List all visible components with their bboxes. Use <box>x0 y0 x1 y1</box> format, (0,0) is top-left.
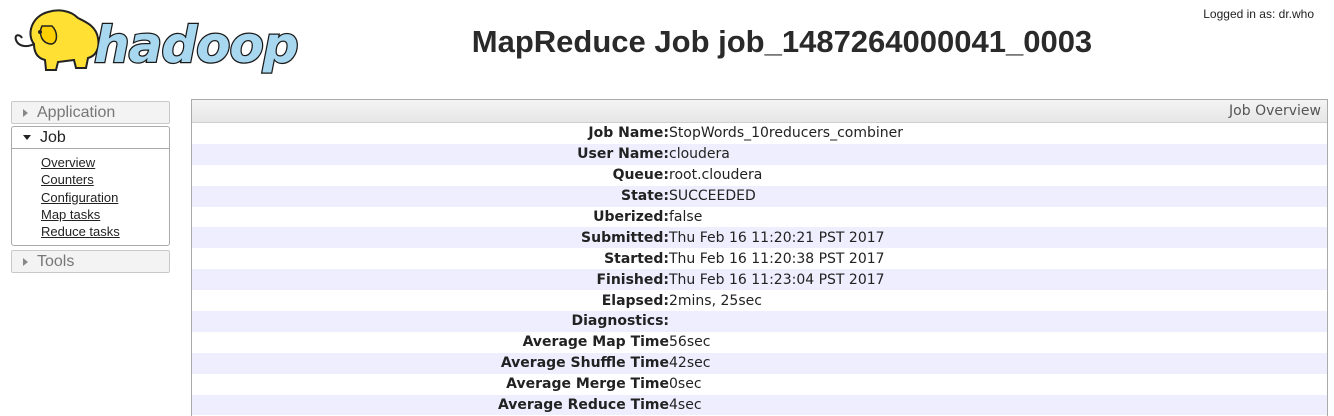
table-row: State: SUCCEEDED <box>192 185 1327 207</box>
chevron-right-icon <box>23 257 28 266</box>
table-row: Job Name: StopWords_10reducers_combiner <box>192 123 1327 144</box>
svg-text:hadoop: hadoop <box>94 16 298 74</box>
row-value: root.cloudera <box>669 167 763 184</box>
table-row: Average Merge Time 0sec <box>192 374 1327 395</box>
row-key: Finished: <box>192 269 669 291</box>
table-row: Diagnostics: <box>192 311 1327 332</box>
link-map-tasks[interactable]: Map tasks <box>41 206 169 223</box>
row-value: SUCCEEDED <box>669 185 1327 207</box>
row-key: Average Reduce Time <box>192 394 669 416</box>
hadoop-logo: hadoop <box>12 4 312 78</box>
sidebar-item-label: Job <box>40 128 66 146</box>
sidebar-nav: Application Job Overview Counters Config… <box>11 101 170 274</box>
row-key: Average Shuffle Time <box>192 352 669 374</box>
table-row: Uberized: false <box>192 207 1327 228</box>
table-row: Average Reduce Time 4sec <box>192 394 1327 416</box>
row-value: 42sec <box>669 352 1327 374</box>
sidebar-item-application[interactable]: Application <box>11 101 170 124</box>
row-key: Diagnostics: <box>192 311 669 332</box>
sidebar-item-label: Application <box>37 103 116 121</box>
link-reduce-tasks[interactable]: Reduce tasks <box>41 223 169 240</box>
sidebar-item-job[interactable]: Job <box>12 127 169 149</box>
row-key: State: <box>192 185 669 207</box>
row-key: Average Merge Time <box>506 376 669 393</box>
job-info-table: Job Name: StopWords_10reducers_combiner Us… <box>192 123 1327 416</box>
row-key: Uberized: <box>593 209 669 225</box>
table-row: Elapsed: 2mins, 25sec <box>192 290 1327 311</box>
elephant-icon <box>14 9 100 71</box>
login-status: Logged in as: dr.who <box>1203 7 1314 21</box>
page-title: MapReduce Job job_1487264000041_0003 <box>471 24 1093 59</box>
job-overview-panel: Job Overview Job Name: StopWords_10reduce… <box>191 99 1328 416</box>
table-row: User Name: cloudera <box>192 143 1327 165</box>
link-configuration[interactable]: Configuration <box>41 189 169 206</box>
row-value: Thu Feb 16 11:20:21 PST 2017 <box>669 227 1327 249</box>
table-row: Average Shuffle Time 42sec <box>192 352 1327 374</box>
row-key: Submitted: <box>192 227 669 249</box>
panel-heading: Job Overview <box>192 100 1327 123</box>
row-key: Elapsed: <box>601 292 669 309</box>
row-key: Average Map Time <box>522 334 669 351</box>
table-row: Submitted: Thu Feb 16 11:20:21 PST 2017 <box>192 227 1327 249</box>
row-key: Started: <box>604 250 669 267</box>
table-row: Average Map Time 56sec <box>192 332 1327 353</box>
sidebar-item-label: Tools <box>37 252 75 270</box>
row-value: 0sec <box>669 376 702 393</box>
link-overview[interactable]: Overview <box>41 154 169 171</box>
job-section: Job Overview Counters Configuration Map … <box>11 126 170 247</box>
row-key: User Name: <box>192 143 669 165</box>
job-links: Overview Counters Configuration Map task… <box>12 149 169 245</box>
chevron-right-icon <box>23 108 28 117</box>
table-row: Finished: Thu Feb 16 11:23:04 PST 2017 <box>192 269 1327 291</box>
row-value: 4sec <box>669 394 1327 416</box>
row-value: StopWords_10reducers_combiner <box>669 125 904 142</box>
row-value <box>669 311 1327 332</box>
table-row: Queue: root.cloudera <box>192 165 1327 186</box>
sidebar-item-tools[interactable]: Tools <box>11 250 170 274</box>
row-value: Thu Feb 16 11:20:38 PST 2017 <box>669 250 885 267</box>
row-key: Job Name: <box>588 125 669 142</box>
row-key: Queue: <box>612 167 669 184</box>
row-value: 56sec <box>669 334 711 351</box>
row-value: 2mins, 25sec <box>669 292 762 309</box>
link-counters[interactable]: Counters <box>41 171 169 188</box>
table-row: Started: Thu Feb 16 11:20:38 PST 2017 <box>192 248 1327 269</box>
row-value: cloudera <box>669 143 1327 165</box>
chevron-down-icon <box>23 135 31 140</box>
row-value: Thu Feb 16 11:23:04 PST 2017 <box>669 269 1327 291</box>
row-value: false <box>669 209 703 225</box>
